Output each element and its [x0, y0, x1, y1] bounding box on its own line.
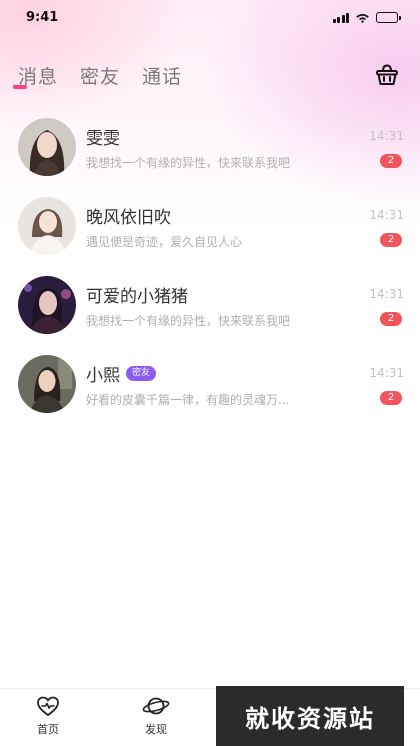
tab-calls[interactable]: 通话 — [142, 62, 182, 89]
contact-name: 可爱的小猪猪 — [86, 287, 188, 307]
status-icons — [332, 11, 401, 23]
tab-close-friends[interactable]: 密友 — [80, 62, 120, 89]
name-row: 雯雯 — [86, 124, 120, 149]
heart-home-icon — [37, 696, 59, 717]
battery-icon — [376, 11, 401, 23]
unread-count-badge: 2 — [380, 154, 402, 168]
contact-name: 晚风依旧吹 — [86, 208, 171, 228]
signal-icon — [332, 12, 349, 23]
message-item[interactable]: 可爱的小猪猪 我想找一个有缘的异性，快来联系我吧 14:31 2 — [0, 276, 420, 355]
basket-button[interactable] — [374, 62, 400, 88]
nav-home[interactable]: 首页 — [18, 695, 78, 737]
nav-home-label: 首页 — [37, 723, 59, 736]
message-list: 雯雯 我想找一个有缘的异性，快来联系我吧 14:31 2 晚风依旧吹 遇见便是奇… — [0, 118, 420, 434]
contact-name: 小熙 — [86, 366, 120, 386]
name-row: 晚风依旧吹 — [86, 203, 171, 228]
message-time: 14:31 — [369, 287, 404, 301]
message-item[interactable]: 晚风依旧吹 遇见便是奇迹，爱久自见人心 14:31 2 — [0, 197, 420, 276]
avatar[interactable] — [18, 197, 76, 255]
message-time: 14:31 — [369, 208, 404, 222]
planet-icon — [142, 697, 170, 715]
watermark-overlay: 就收资源站 — [216, 686, 404, 746]
nav-discover[interactable]: 发现 — [126, 695, 186, 737]
status-time: 9:41 — [26, 9, 59, 25]
unread-count-badge: 2 — [380, 233, 402, 247]
contact-name: 雯雯 — [86, 129, 120, 149]
watermark-text: 就收资源站 — [245, 704, 375, 733]
tab-bar: 消息 密友 通话 — [18, 62, 182, 89]
active-tab-indicator — [13, 85, 27, 89]
message-preview: 我想找一个有缘的异性，快来联系我吧 — [86, 156, 291, 170]
basket-icon — [376, 64, 398, 85]
avatar[interactable] — [18, 276, 76, 334]
name-row: 可爱的小猪猪 — [86, 282, 188, 307]
unread-count-badge: 2 — [380, 312, 402, 326]
avatar[interactable] — [18, 355, 76, 413]
close-friend-badge: 密友 — [126, 366, 157, 381]
message-preview: 好看的皮囊千篇一律，有趣的灵魂万... — [86, 393, 290, 407]
message-item[interactable]: 小熙 密友 好看的皮囊千篇一律，有趣的灵魂万... 14:31 2 — [0, 355, 420, 434]
message-preview: 我想找一个有缘的异性，快来联系我吧 — [86, 314, 291, 328]
nav-discover-label: 发现 — [145, 723, 167, 736]
status-bar: 9:41 — [0, 0, 420, 34]
message-time: 14:31 — [369, 129, 404, 143]
avatar[interactable] — [18, 118, 76, 176]
name-row: 小熙 密友 — [86, 361, 157, 386]
message-item[interactable]: 雯雯 我想找一个有缘的异性，快来联系我吧 14:31 2 — [0, 118, 420, 197]
message-preview: 遇见便是奇迹，爱久自见人心 — [86, 235, 243, 249]
top-navigation: 消息 密友 通话 — [0, 56, 420, 100]
unread-count-badge: 2 — [380, 391, 402, 405]
wifi-icon — [356, 13, 369, 23]
message-time: 14:31 — [369, 366, 404, 380]
